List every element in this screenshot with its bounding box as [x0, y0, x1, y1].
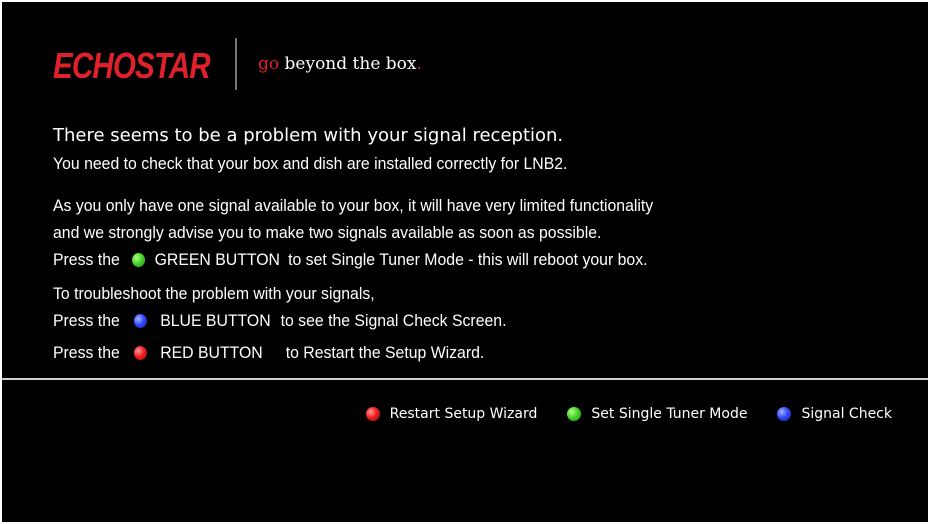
tagline-suffix: . [416, 54, 422, 74]
tagline-prefix: go [258, 54, 280, 74]
red-instruction-prefix: Press the [53, 343, 120, 362]
check-install-text: You need to check that your box and dish… [53, 154, 568, 173]
blue-key-icon [777, 407, 792, 421]
restart-setup-wizard-button[interactable]: Restart Setup Wizard [365, 406, 538, 422]
blue-button-label: BLUE BUTTON [160, 311, 271, 330]
set-single-tuner-mode-label: Set Single Tuner Mode [591, 406, 748, 422]
restart-setup-wizard-label: Restart Setup Wizard [389, 406, 538, 422]
red-instruction-suffix: to Restart the Setup Wizard. [285, 343, 485, 362]
set-single-tuner-mode-button[interactable]: Set Single Tuner Mode [567, 406, 747, 422]
green-button-label: GREEN BUTTON [154, 250, 280, 269]
troubleshoot-text: To troubleshoot the problem with your si… [53, 284, 375, 303]
red-button-label: RED BUTTON [160, 343, 263, 362]
green-instruction-prefix: Press the [53, 250, 120, 269]
header: ECHOSTAR go beyond the box. [53, 38, 653, 90]
logo-divider [235, 38, 237, 90]
button-legend: Restart Setup Wizard Set Single Tuner Mo… [365, 406, 892, 422]
tagline: go beyond the box. [258, 54, 422, 74]
tagline-main: beyond the box [279, 54, 417, 74]
red-instruction: Press the RED BUTTON to Restart the Setu… [53, 343, 853, 363]
signal-check-button[interactable]: Signal Check [777, 406, 892, 422]
blue-button-icon [133, 314, 147, 328]
error-title: There seems to be a problem with your si… [53, 125, 564, 146]
limited-function-text-2: and we strongly advise you to make two s… [53, 223, 602, 242]
blue-instruction-prefix: Press the [53, 311, 120, 330]
screen: ECHOSTAR go beyond the box. There seems … [2, 2, 928, 522]
echostar-logo: ECHOSTAR [53, 45, 211, 86]
green-key-icon [567, 407, 582, 421]
error-message: There seems to be a problem with your si… [53, 126, 913, 363]
blue-instruction: Press the BLUE BUTTON to see the Signal … [53, 311, 853, 331]
green-button-icon [131, 253, 145, 267]
blue-instruction-suffix: to see the Signal Check Screen. [280, 311, 507, 330]
red-button-icon [133, 346, 147, 360]
footer-separator [2, 378, 928, 380]
green-instruction-suffix: to set Single Tuner Mode - this will reb… [288, 250, 648, 269]
green-instruction: Press the GREEN BUTTON to set Single Tun… [53, 250, 853, 270]
signal-check-label: Signal Check [801, 406, 892, 422]
red-key-icon [365, 407, 380, 421]
limited-function-text-1: As you only have one signal available to… [53, 196, 654, 215]
